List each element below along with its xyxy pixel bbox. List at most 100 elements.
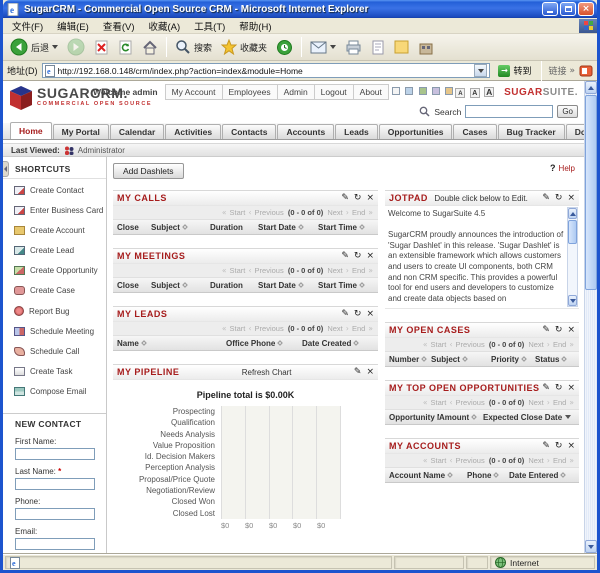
history-button[interactable]: [273, 38, 296, 57]
stop-button[interactable]: [91, 39, 112, 56]
column-header[interactable]: Phone: [467, 471, 509, 480]
scroll-down-icon[interactable]: [585, 540, 597, 553]
column-header[interactable]: Start Date: [258, 223, 318, 232]
close-dashlet-icon[interactable]: ×: [567, 384, 575, 393]
mail-button[interactable]: [307, 40, 339, 55]
favorites-button[interactable]: 收藏夹: [218, 38, 270, 56]
jotpad-body[interactable]: Welcome to SugarSuite 4.5 SugarCRM proud…: [385, 206, 579, 309]
links-toolbar-icon[interactable]: [579, 64, 593, 78]
pagination-end[interactable]: End »: [553, 340, 575, 349]
module-tab[interactable]: Activities: [165, 124, 221, 139]
pagination-next[interactable]: Next ›: [327, 324, 350, 333]
shortcut-item[interactable]: Create Case: [14, 286, 104, 295]
column-header[interactable]: Subject: [431, 355, 491, 364]
refresh-dashlet-icon[interactable]: ↻: [555, 442, 563, 451]
jotpad-text[interactable]: Welcome to SugarSuite 4.5 SugarCRM proud…: [385, 206, 579, 308]
refresh-dashlet-icon[interactable]: ↻: [354, 194, 362, 203]
column-header[interactable]: Start Date: [258, 281, 318, 290]
close-dashlet-icon[interactable]: ×: [567, 442, 575, 451]
shortcut-item[interactable]: Create Task: [14, 367, 104, 376]
refresh-dashlet-icon[interactable]: ↻: [555, 384, 563, 393]
help-link[interactable]: ? Help: [550, 163, 575, 173]
shortcut-item[interactable]: Schedule Meeting: [14, 327, 104, 336]
refresh-button[interactable]: [115, 39, 136, 56]
add-dashlets-button[interactable]: Add Dashlets: [113, 163, 184, 179]
close-dashlet-icon[interactable]: ×: [366, 252, 374, 261]
pagination-next[interactable]: Next ›: [327, 266, 350, 275]
search-button[interactable]: 搜索: [172, 38, 215, 56]
column-header[interactable]: Date Entered: [509, 471, 575, 480]
notes-button[interactable]: [391, 39, 412, 55]
module-tab[interactable]: Home: [10, 122, 52, 139]
scroll-up-icon[interactable]: [568, 208, 577, 219]
close-dashlet-icon[interactable]: ×: [567, 326, 575, 335]
menu-item[interactable]: 文件(F): [5, 19, 50, 33]
pagination-end[interactable]: End »: [352, 324, 374, 333]
scrollbar-thumb[interactable]: [585, 95, 597, 290]
shortcut-item[interactable]: Compose Email: [14, 387, 104, 396]
print-button[interactable]: [342, 39, 365, 56]
pagination-start[interactable]: « Start: [221, 208, 246, 217]
scroll-down-icon[interactable]: [568, 295, 577, 306]
edit-dashlet-icon[interactable]: ✎: [542, 326, 550, 335]
font-size-medium-button[interactable]: A: [470, 88, 480, 98]
pagination-next[interactable]: Next ›: [528, 456, 551, 465]
column-header[interactable]: Close: [117, 223, 151, 232]
first-name-field[interactable]: [15, 448, 95, 460]
header-nav-link[interactable]: My Account: [165, 84, 223, 100]
go-button[interactable]: → 转到: [494, 63, 535, 78]
module-tab[interactable]: My Portal: [53, 124, 109, 139]
refresh-chart-link[interactable]: Refresh Chart: [179, 368, 354, 377]
theme-swatch[interactable]: [432, 87, 440, 95]
header-nav-link[interactable]: Admin: [277, 84, 315, 100]
column-header[interactable]: Account Name: [389, 471, 467, 480]
column-header[interactable]: Opportunity Name: [389, 413, 439, 422]
sidebar-collapse-handle[interactable]: [3, 161, 9, 177]
jotpad-scrollbar[interactable]: [567, 207, 578, 307]
refresh-dashlet-icon[interactable]: ↻: [555, 326, 563, 335]
module-tab[interactable]: Bug Tracker: [498, 124, 565, 139]
font-size-large-button[interactable]: A: [484, 87, 494, 97]
search-go-button[interactable]: Go: [557, 105, 578, 118]
header-nav-link[interactable]: Employees: [222, 84, 278, 100]
column-header[interactable]: Number: [389, 355, 431, 364]
links-menu[interactable]: 链接 »: [548, 64, 575, 77]
menu-item[interactable]: 收藏(A): [141, 19, 187, 33]
close-dashlet-icon[interactable]: ×: [366, 194, 374, 203]
edit-dashlet-icon[interactable]: ✎: [542, 384, 550, 393]
column-header[interactable]: Priority: [491, 355, 535, 364]
shortcut-item[interactable]: Create Account: [14, 226, 104, 235]
column-header[interactable]: Name: [117, 339, 226, 348]
edit-dashlet-icon[interactable]: ✎: [341, 310, 349, 319]
close-dashlet-icon[interactable]: ×: [567, 194, 575, 203]
column-header[interactable]: Office Phone: [226, 339, 302, 348]
column-header[interactable]: Expected Close Date: [483, 413, 575, 422]
column-header[interactable]: Amount: [439, 413, 483, 422]
close-dashlet-icon[interactable]: ×: [366, 310, 374, 319]
header-nav-link[interactable]: Logout: [314, 84, 354, 100]
pagination-start[interactable]: « Start: [422, 456, 447, 465]
forward-button[interactable]: [64, 37, 88, 57]
search-input[interactable]: [465, 105, 553, 118]
pagination-previous[interactable]: ‹ Previous: [247, 324, 283, 333]
shortcut-item[interactable]: Create Lead: [14, 246, 104, 255]
pagination-end[interactable]: End »: [352, 266, 374, 275]
module-tab[interactable]: Cases: [453, 124, 496, 139]
pagination-previous[interactable]: ‹ Previous: [448, 340, 484, 349]
pagination-previous[interactable]: ‹ Previous: [247, 266, 283, 275]
home-button[interactable]: [139, 39, 161, 56]
column-header[interactable]: Start Time: [318, 223, 374, 232]
pagination-next[interactable]: Next ›: [528, 340, 551, 349]
maximize-button[interactable]: [560, 2, 576, 16]
column-header[interactable]: Duration: [210, 281, 258, 290]
edit-dashlet-icon[interactable]: ✎: [542, 194, 550, 203]
edit-dashlet-icon[interactable]: ✎: [341, 252, 349, 261]
menu-item[interactable]: 编辑(E): [50, 19, 96, 33]
theme-swatch[interactable]: [405, 87, 413, 95]
column-header[interactable]: Subject: [151, 223, 210, 232]
pagination-start[interactable]: « Start: [422, 398, 447, 407]
module-tab[interactable]: Leads: [335, 124, 378, 139]
email-field[interactable]: [15, 538, 95, 550]
pagination-end[interactable]: End »: [553, 398, 575, 407]
pagination-previous[interactable]: ‹ Previous: [448, 398, 484, 407]
